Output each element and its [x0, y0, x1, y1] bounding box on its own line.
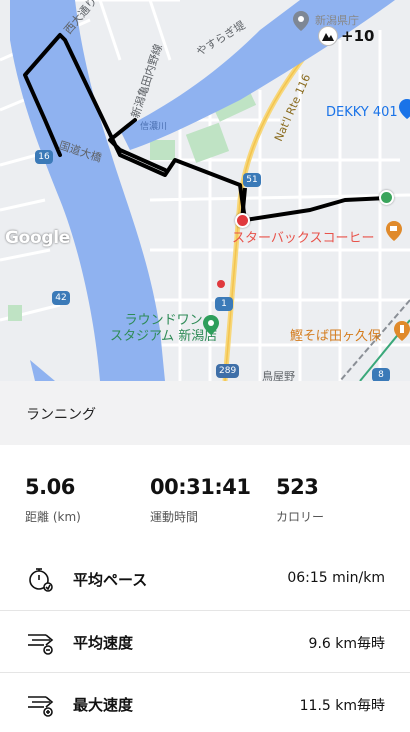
location-pin-icon[interactable]	[292, 10, 310, 36]
round1-pin-icon[interactable]	[202, 314, 220, 340]
metric-value-max-speed: 11.5 km毎時	[299, 698, 385, 714]
map-label-starbucks: スターバックスコーヒー	[232, 231, 375, 246]
badge-count: +10	[341, 27, 375, 45]
metric-row-avg-pace[interactable]: 平均ペース 06:15 min/km	[0, 548, 410, 610]
map-label-saba: 鰹そば田ヶ久保	[290, 329, 382, 344]
max-speed-icon	[26, 691, 56, 717]
dekky-pin-icon[interactable]	[398, 98, 410, 120]
route-map[interactable]: 西大通り 新潟県庁 やすらぎ堤 Nat'l Rte 116 DEKKY 401 …	[0, 0, 410, 381]
calories-label: カロリー	[276, 510, 325, 524]
achievement-badge[interactable]: +10	[318, 26, 374, 46]
stat-distance: 5.06 距離 (km)	[25, 475, 81, 525]
metric-value-avg-speed: 9.6 km毎時	[308, 636, 385, 652]
map-label-river: 信濃川	[140, 122, 168, 132]
calories-value: 523	[276, 475, 319, 499]
distance-value: 5.06	[25, 475, 75, 499]
stat-time: 00:31:41 運動時間	[150, 475, 251, 525]
route-shield-16: 16	[35, 150, 53, 164]
metric-value-avg-pace: 06:15 min/km	[287, 570, 385, 586]
metric-label-avg-speed: 平均速度	[73, 634, 134, 652]
stopwatch-icon	[26, 566, 56, 592]
map-label-toriyano: 鳥屋野	[262, 370, 295, 381]
metric-row-avg-speed[interactable]: 平均速度 9.6 km毎時	[0, 610, 410, 672]
trophy-icon	[318, 26, 338, 46]
google-logo: Google	[5, 228, 71, 248]
map-label-dekky: DEKKY 401	[326, 105, 398, 120]
route-shield-1: 1	[215, 297, 233, 311]
metric-label-avg-pace: 平均ペース	[73, 571, 148, 589]
summary-stats: 5.06 距離 (km) 00:31:41 運動時間 523 カロリー	[0, 445, 410, 545]
activity-type: ランニング	[26, 407, 96, 423]
rail-pin-icon	[217, 280, 225, 288]
route-shield-8: 8	[372, 368, 390, 381]
route-shield-289: 289	[216, 364, 240, 378]
time-label: 運動時間	[150, 510, 199, 524]
stat-calories: 523 カロリー	[276, 475, 324, 525]
activity-type-bar: ランニング	[0, 381, 410, 445]
speed-icon	[26, 629, 56, 655]
route-end-marker	[235, 213, 250, 228]
route-shield-42: 42	[52, 291, 70, 305]
route-shield-51: 51	[243, 173, 261, 187]
distance-label: 距離 (km)	[25, 510, 81, 524]
metric-row-max-speed[interactable]: 最大速度 11.5 km毎時	[0, 672, 410, 732]
metric-label-max-speed: 最大速度	[73, 696, 134, 714]
restaurant-pin-icon[interactable]	[393, 320, 410, 346]
time-value: 00:31:41	[150, 475, 251, 499]
cafe-pin-icon[interactable]	[385, 220, 403, 246]
route-start-marker	[379, 190, 394, 205]
